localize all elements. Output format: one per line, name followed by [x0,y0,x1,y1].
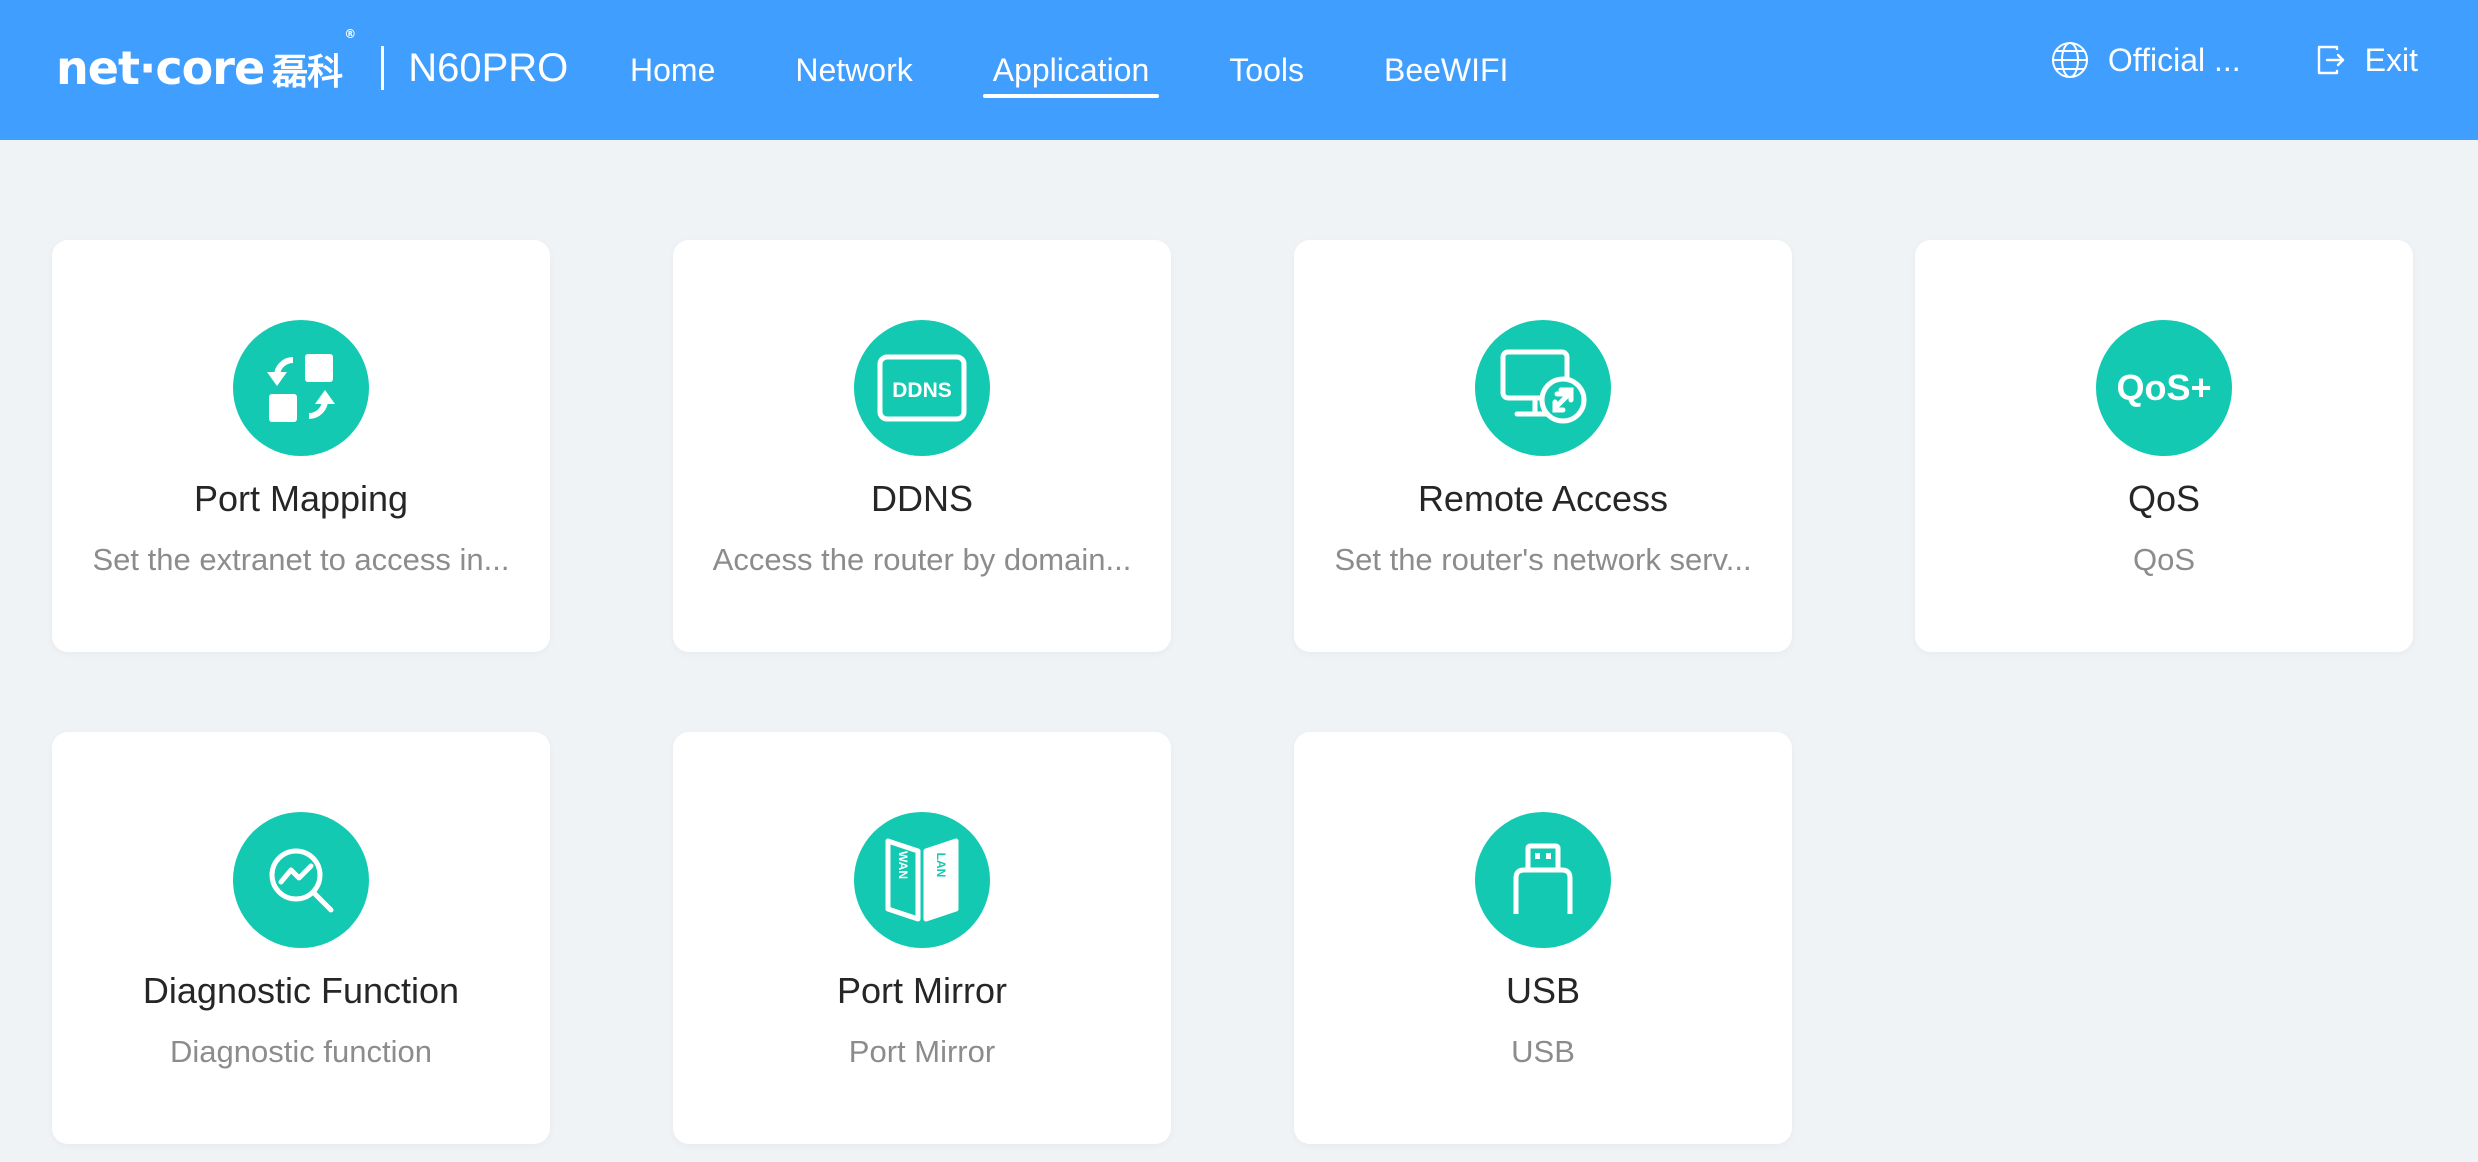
logo-text: net·core [56,41,265,95]
qos-icon: QoS+ [2096,320,2232,456]
card-description: Port Mirror [848,1034,996,1069]
exit-label: Exit [2364,41,2418,78]
card-ddns[interactable]: DDNS DDNS Access the router by domain... [673,240,1171,652]
remote-access-icon [1475,320,1611,456]
application-grid: Port Mapping Set the extranet to access … [52,240,2416,1144]
card-title: Port Mirror [837,970,1007,1011]
nav-network[interactable]: Network [785,0,922,140]
diagnostic-icon [233,812,369,948]
globe-icon [2051,42,2088,78]
card-title: Remote Access [1417,478,1669,519]
svg-text:QoS+: QoS+ [2116,367,2211,408]
card-description: Diagnostic function [170,1034,432,1069]
card-description: Set the extranet to access in... [92,542,510,577]
nav-home[interactable]: Home [620,0,725,140]
nav-application[interactable]: Application [982,0,1160,140]
card-port-mirror[interactable]: WAN LAN Port Mirror Port Mirror [673,732,1171,1144]
exit-icon [2317,45,2344,75]
main-nav: Home Network Application Tools BeeWIFI [620,0,1578,140]
brand-divider [381,46,385,90]
logo-cn-text: 磊科 [272,52,343,93]
card-qos[interactable]: QoS+ QoS QoS [1915,240,2413,652]
logo-registered-mark: ® [344,27,356,41]
card-remote-access[interactable]: Remote Access Set the router's network s… [1294,240,1792,652]
usb-icon [1475,812,1611,948]
svg-text:DDNS: DDNS [892,379,952,402]
card-description: Set the router's network serv... [1334,542,1752,577]
card-usb[interactable]: USB USB [1294,732,1792,1144]
svg-text:WAN: WAN [896,851,910,879]
nav-tools[interactable]: Tools [1219,0,1314,140]
svg-text:LAN: LAN [934,853,948,878]
exit-button[interactable]: Exit [2313,42,2418,79]
model-name: N60PRO [408,45,569,90]
netcore-logo: net·core 磊科® [56,27,356,95]
card-description: USB [1511,1034,1575,1069]
card-title: USB [1505,970,1581,1011]
top-actions: Official ... Exit [2050,0,2418,120]
top-navigation-bar: net·core 磊科® N60PRO Home Network Applicat… [0,0,2478,140]
language-label: Official ... [2107,41,2241,78]
card-description: QoS [2132,542,2196,577]
card-title: QoS [2127,478,2201,519]
port-mirror-icon: WAN LAN [854,812,990,948]
card-title: Port Mapping [193,478,409,519]
brand: net·core 磊科® N60PRO [56,27,569,106]
ddns-icon: DDNS [854,320,990,456]
card-port-mapping[interactable]: Port Mapping Set the extranet to access … [52,240,550,652]
card-diagnostic-function[interactable]: Diagnostic Function Diagnostic function [52,732,550,1144]
port-mapping-icon [233,320,369,456]
card-title: Diagnostic Function [142,970,460,1011]
nav-beewifi[interactable]: BeeWIFI [1374,0,1518,140]
card-title: DDNS [870,478,973,519]
card-description: Access the router by domain... [712,542,1132,577]
language-selector[interactable]: Official ... [2050,40,2241,80]
